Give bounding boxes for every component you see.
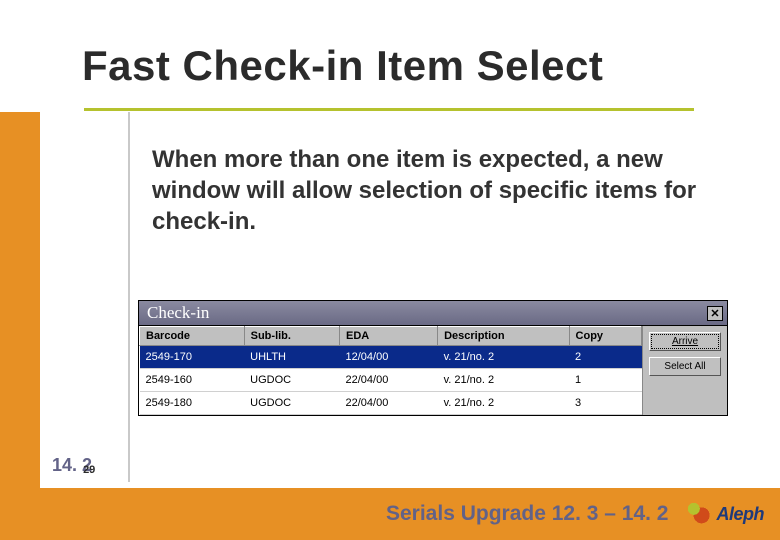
cell-eda: 22/04/00 (340, 369, 438, 392)
table-header-row: Barcode Sub-lib. EDA Description Copy (140, 327, 642, 346)
table-row[interactable]: 2549-180 UGDOC 22/04/00 v. 21/no. 2 3 (140, 392, 642, 415)
slide-number-sub: 29 (83, 464, 95, 476)
cell-sublib: UGDOC (244, 369, 339, 392)
checkin-table: Barcode Sub-lib. EDA Description Copy 25… (139, 326, 643, 415)
checkin-dialog: Check-in ✕ Barcode Sub-lib. EDA Descript… (138, 300, 728, 416)
cell-sublib: UHLTH (244, 346, 339, 369)
footer: Serials Upgrade 12. 3 – 14. 2 Aleph (0, 488, 780, 540)
slide-title: Fast Check-in Item Select (82, 42, 603, 90)
col-sublib[interactable]: Sub-lib. (244, 327, 339, 346)
cell-description: v. 21/no. 2 (438, 346, 569, 369)
col-copy[interactable]: Copy (569, 327, 641, 346)
cell-description: v. 21/no. 2 (438, 392, 569, 415)
table-row[interactable]: 2549-160 UGDOC 22/04/00 v. 21/no. 2 1 (140, 369, 642, 392)
slide: Fast Check-in Item Select When more than… (0, 0, 780, 540)
cell-copy: 2 (569, 346, 641, 369)
cell-sublib: UGDOC (244, 392, 339, 415)
cell-barcode: 2549-180 (140, 392, 245, 415)
cell-barcode: 2549-160 (140, 369, 245, 392)
arrive-button[interactable]: Arrive (649, 332, 721, 351)
col-eda[interactable]: EDA (340, 327, 438, 346)
cell-eda: 22/04/00 (340, 392, 438, 415)
logo-icon (686, 501, 712, 527)
vertical-divider (128, 112, 130, 482)
col-description[interactable]: Description (438, 327, 569, 346)
cell-copy: 3 (569, 392, 641, 415)
title-underline (84, 108, 694, 111)
cell-description: v. 21/no. 2 (438, 369, 569, 392)
table-row[interactable]: 2549-170 UHLTH 12/04/00 v. 21/no. 2 2 (140, 346, 642, 369)
select-all-button[interactable]: Select All (649, 357, 721, 376)
sidebar-accent (0, 112, 40, 492)
cell-barcode: 2549-170 (140, 346, 245, 369)
dialog-titlebar: Check-in ✕ (139, 301, 727, 326)
dialog-button-panel: Arrive Select All (643, 326, 727, 415)
logo-text: Aleph (716, 504, 764, 525)
body-text: When more than one item is expected, a n… (152, 144, 712, 238)
dialog-title: Check-in (147, 303, 209, 323)
col-barcode[interactable]: Barcode (140, 327, 245, 346)
cell-copy: 1 (569, 369, 641, 392)
close-icon[interactable]: ✕ (707, 306, 723, 321)
slide-number: 14. 2 29 (52, 455, 109, 476)
aleph-logo: Aleph (686, 501, 764, 527)
footer-text: Serials Upgrade 12. 3 – 14. 2 (386, 502, 669, 526)
cell-eda: 12/04/00 (340, 346, 438, 369)
